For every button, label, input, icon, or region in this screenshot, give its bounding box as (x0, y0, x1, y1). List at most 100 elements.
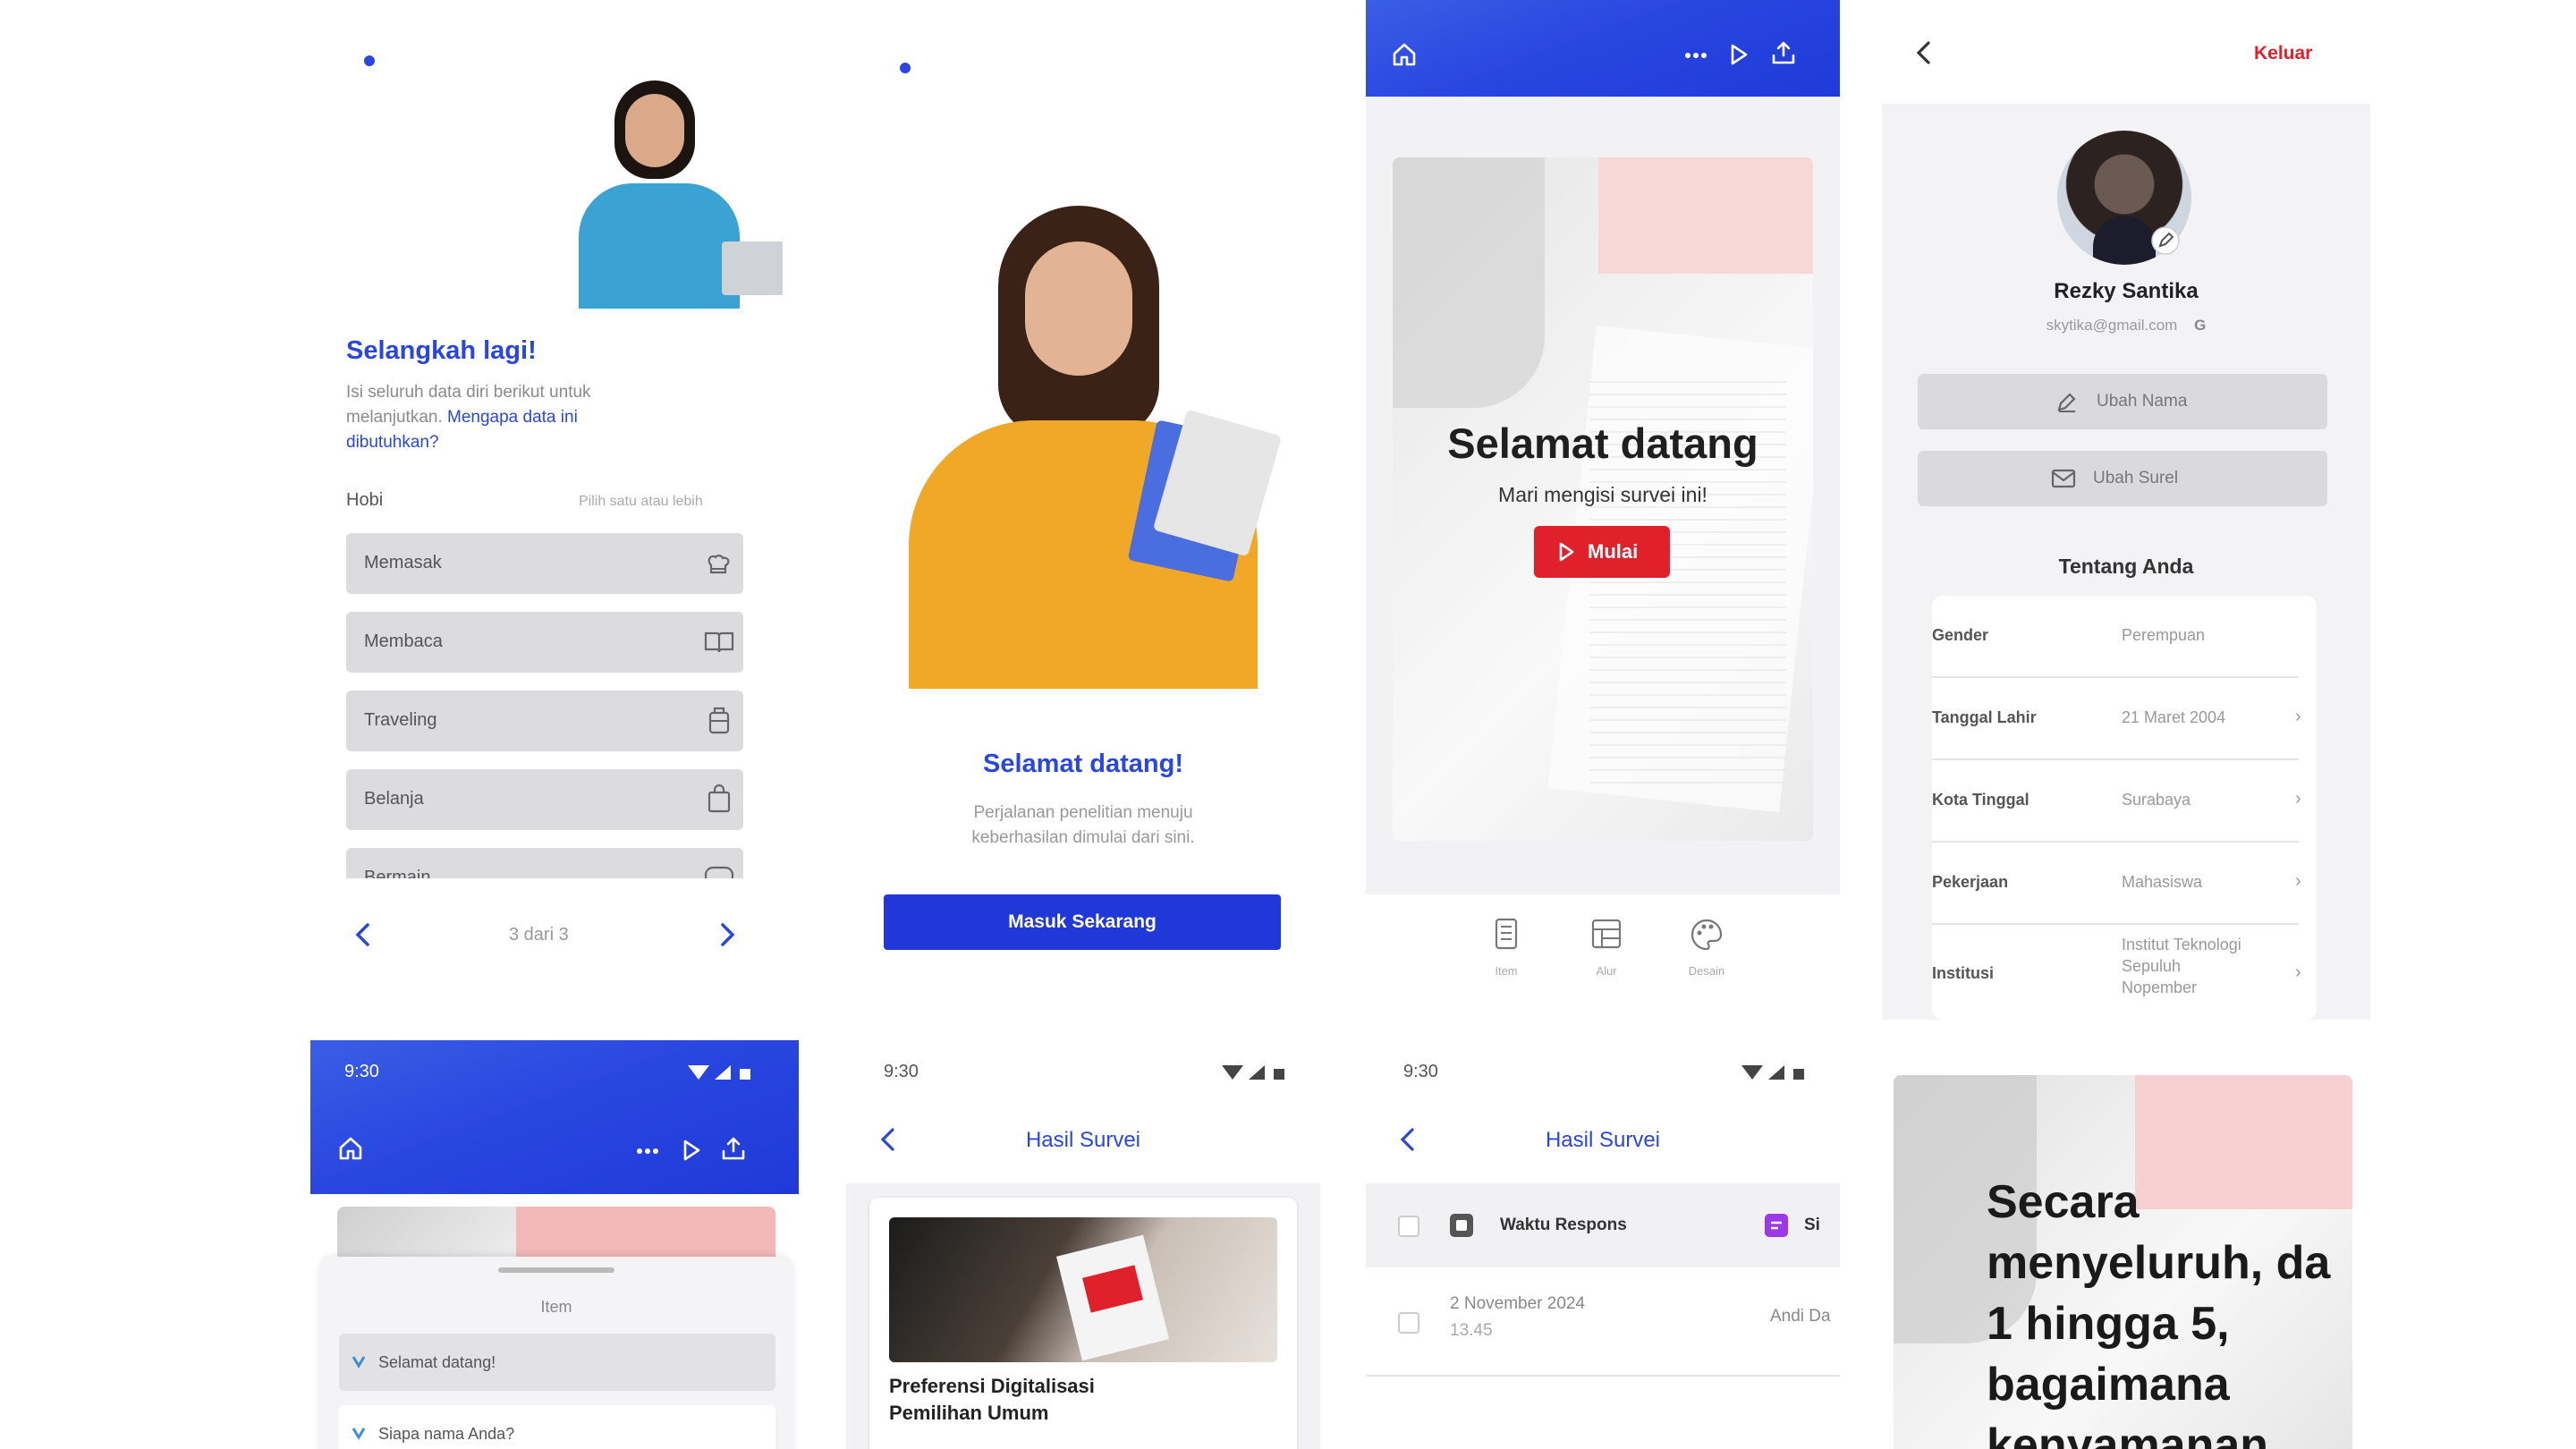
play-icon (1557, 541, 1575, 563)
tab-flow[interactable]: Alur (1575, 918, 1638, 989)
status-time: 9:30 (1403, 1062, 1438, 1081)
welcome-description-line-1: Perjalanan penelitian menuju (973, 803, 1193, 822)
survey-card[interactable]: Preferensi Digitalisasi Pemilihan Umum (869, 1198, 1297, 1449)
chef-hat-icon (704, 549, 733, 578)
sheet-drag-handle[interactable] (498, 1267, 614, 1273)
screen-survey-editor: Selamat datang Mari mengisi survei ini! … (1366, 0, 1840, 1002)
row-occupation[interactable]: Pekerjaan Mahasiswa › (1932, 843, 2317, 923)
next-page-button[interactable] (717, 921, 737, 948)
status-time: 9:30 (884, 1062, 919, 1081)
question-text-line-3: 1 hingga 5, (1987, 1298, 2230, 1350)
play-preview-icon[interactable] (681, 1139, 702, 1162)
table-row[interactable]: 2 November 2024 13.45 Andi Da (1366, 1267, 1840, 1375)
item-type-icon (352, 1425, 366, 1441)
row-checkbox[interactable] (1398, 1312, 1419, 1334)
about-you-title: Tentang Anda (2058, 555, 2194, 578)
book-icon (704, 628, 734, 657)
top-app-bar (1366, 0, 1840, 97)
sheet-title: Item (540, 1298, 572, 1316)
palette-icon (1690, 918, 1724, 952)
play-preview-icon[interactable] (1728, 43, 1750, 66)
start-button[interactable]: Mulai (1534, 526, 1670, 578)
chevron-right-icon: › (2295, 789, 2301, 809)
sheet-item-name[interactable]: Siapa nama Anda? (339, 1405, 775, 1449)
survey-card-image (889, 1217, 1277, 1362)
status-icons (686, 1062, 754, 1083)
hero-photo-student (873, 197, 1293, 707)
item-bottom-sheet: Item Selamat datang! Siapa nama Anda? (319, 1257, 793, 1449)
row-gender[interactable]: Gender Perempuan (1932, 596, 2317, 676)
flow-grid-icon (1590, 918, 1623, 950)
logout-button[interactable]: Keluar (2254, 43, 2312, 64)
option-belanja[interactable]: Belanja (346, 769, 743, 830)
tab-item[interactable]: Item (1475, 918, 1538, 989)
option-label: Belanja (364, 789, 424, 809)
home-icon[interactable] (337, 1135, 364, 1162)
hero-title: Selamat datang (1447, 419, 1758, 467)
home-icon[interactable] (1391, 41, 1418, 68)
description-line-2: melanjutkan. (346, 408, 443, 427)
row-divider (1366, 1375, 1840, 1377)
tab-label: Desain (1688, 964, 1725, 978)
row-value-line-1: Institut Teknologi (2122, 936, 2241, 953)
page-title: Selangkah lagi! (346, 336, 537, 365)
edit-email-button[interactable]: Ubah Surel (1918, 451, 2327, 506)
status-icons (1220, 1062, 1288, 1083)
back-button[interactable] (1914, 39, 1934, 66)
edit-avatar-icon[interactable] (2150, 225, 2181, 256)
description-line-1: Isi seluruh data diri berikut untuk (346, 383, 591, 402)
status-icons (1740, 1062, 1808, 1083)
option-membaca[interactable]: Membaca (346, 612, 743, 673)
more-options-icon[interactable] (1684, 52, 1707, 59)
question-text-line-4: bagaimana (1987, 1359, 2230, 1411)
hobby-field-label: Hobi (346, 490, 384, 510)
column-header-response-time[interactable]: Waktu Respons (1500, 1216, 1627, 1235)
stopwatch-icon (1448, 1212, 1475, 1239)
row-value-line-2: Sepuluh (2122, 957, 2182, 975)
row-city[interactable]: Kota Tinggal Surabaya › (1932, 760, 2317, 841)
why-data-link[interactable]: Mengapa data ini (447, 408, 578, 427)
text-field-icon (1763, 1212, 1790, 1239)
page-title: Hasil Survei (1545, 1128, 1661, 1152)
enter-now-label: Masuk Sekarang (1008, 911, 1157, 932)
header-banner (310, 0, 783, 309)
survey-card-title-line-1: Preferensi Digitalisasi (889, 1375, 1095, 1397)
mail-icon (2050, 467, 2077, 490)
row-label: Gender (1932, 626, 1989, 644)
profile-top-bar: Keluar (1882, 0, 2370, 104)
option-memasak[interactable]: Memasak (346, 533, 743, 594)
share-upload-icon[interactable] (1770, 39, 1797, 66)
status-time: 9:30 (344, 1062, 379, 1081)
edit-email-label: Ubah Surel (2093, 469, 2179, 487)
respondent-name: Andi Da (1770, 1307, 1831, 1326)
row-birth-date[interactable]: Tanggal Lahir 21 Maret 2004 › (1932, 678, 2317, 758)
response-time: 13.45 (1450, 1321, 1493, 1340)
more-options-icon[interactable] (636, 1148, 659, 1155)
row-institution[interactable]: Institusi Institut Teknologi Sepuluh Nop… (1932, 925, 2317, 1020)
page-indicator: 3 dari 3 (509, 925, 569, 945)
profile-name: Rezky Santika (2054, 279, 2199, 303)
survey-card-title-line-2: Pemilihan Umum (889, 1402, 1049, 1424)
row-label: Institusi (1932, 964, 1995, 982)
column-header-second[interactable]: Si (1804, 1216, 1820, 1235)
item-label: Selamat datang! (378, 1353, 496, 1371)
question-text-line-5: kenyamanan (1987, 1419, 2269, 1449)
why-data-link-line-2[interactable]: dibutuhkan? (346, 433, 439, 453)
option-bermain[interactable]: Bermain (346, 848, 743, 878)
screen-profile: Keluar Rezky Santika skytika@gmail.com G… (1882, 0, 2370, 1020)
chevron-right-icon: › (2295, 871, 2301, 891)
enter-now-button[interactable]: Masuk Sekarang (884, 894, 1281, 950)
row-label: Kota Tinggal (1932, 791, 2029, 809)
select-all-checkbox[interactable] (1398, 1216, 1419, 1237)
leaf-logo-icon (873, 32, 927, 104)
profile-email-row: skytika@gmail.com G (1882, 317, 2370, 335)
sheet-item-welcome[interactable]: Selamat datang! (339, 1334, 775, 1391)
edit-name-button[interactable]: Ubah Nama (1918, 374, 2327, 429)
hobby-field-hint: Pilih satu atau lebih (579, 494, 703, 509)
question-text-line-1: Secara (1987, 1176, 2140, 1228)
chevron-right-icon: › (2295, 962, 2301, 982)
share-upload-icon[interactable] (720, 1135, 747, 1162)
option-traveling[interactable]: Traveling (346, 691, 743, 751)
previous-page-button[interactable] (353, 921, 373, 948)
tab-design[interactable]: Desain (1675, 918, 1738, 989)
